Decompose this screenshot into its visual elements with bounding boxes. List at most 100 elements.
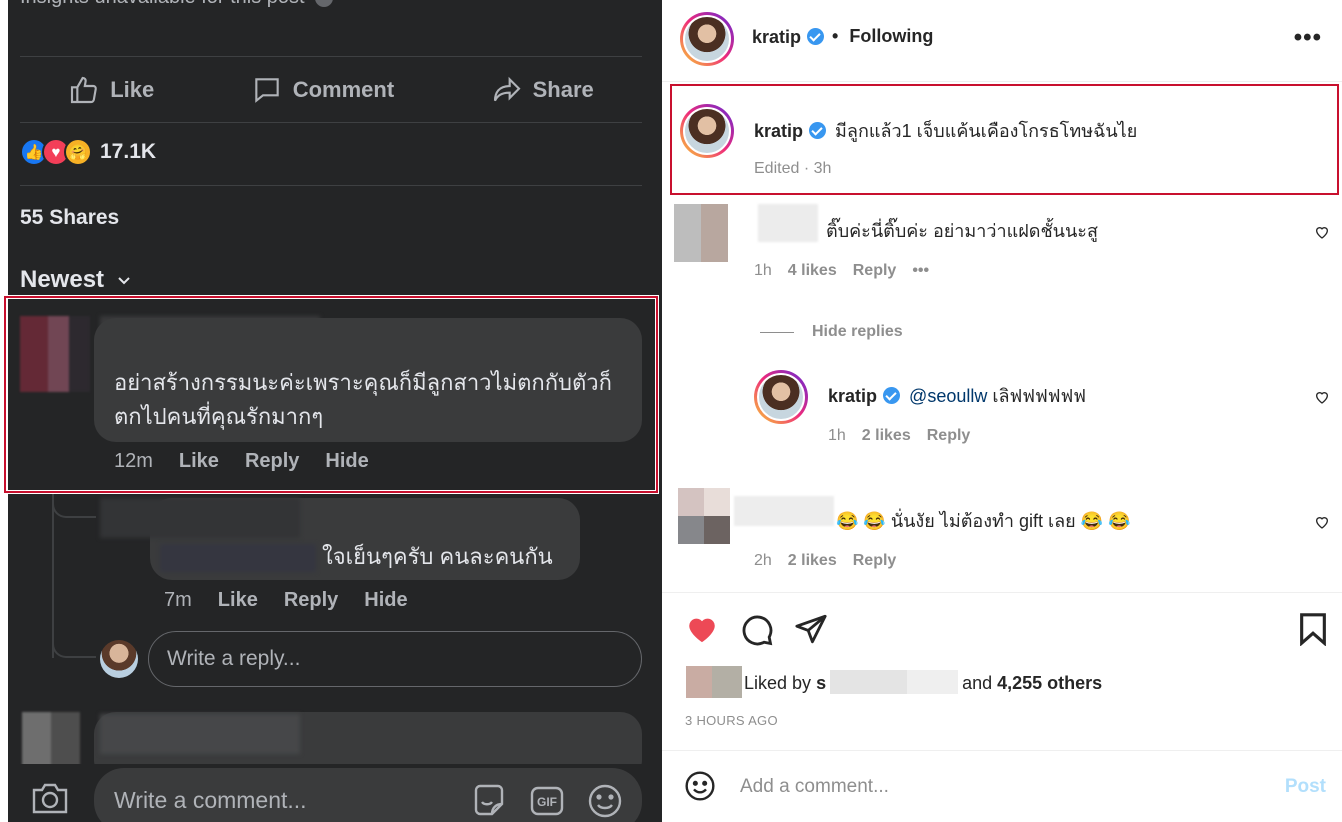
- thread-connector: [52, 628, 96, 658]
- comment-meta: 2h 2 likes Reply: [754, 552, 896, 570]
- emoji-icon[interactable]: [586, 782, 624, 820]
- share-icon: [493, 76, 521, 102]
- reply-meta: 7m Like Reply Hide: [164, 589, 408, 612]
- like-comment-heart-icon[interactable]: [1314, 224, 1330, 240]
- comment-likes[interactable]: 4 likes: [788, 262, 837, 280]
- post-time: 3 HOURS AGO: [685, 713, 778, 728]
- reply-meta: 1h 2 likes Reply: [828, 427, 970, 445]
- liked-by-name-blurred[interactable]: [830, 670, 959, 694]
- share-button[interactable]: Share: [491, 74, 594, 106]
- reply-reply-button[interactable]: Reply: [927, 427, 971, 445]
- reaction-count: 17.1K: [100, 140, 157, 163]
- like-label: Like: [110, 77, 155, 102]
- header-username[interactable]: kratip: [752, 27, 825, 48]
- comment-line: อย่าสร้างกรรมนะค่ะเพราะคุณก็มีลูกสาวไม่ต…: [114, 370, 612, 395]
- share-count[interactable]: 55 Shares: [20, 206, 119, 230]
- comment-more-icon[interactable]: •••: [912, 262, 929, 280]
- verified-badge-icon: [883, 387, 901, 404]
- comment-placeholder: Write a comment...: [114, 786, 307, 813]
- composer-icons: GIF: [470, 782, 624, 820]
- liked-by-first-name[interactable]: s: [816, 673, 826, 693]
- caption-username[interactable]: kratip: [754, 121, 803, 141]
- comment-likes[interactable]: 2 likes: [788, 552, 837, 570]
- write-reply-input[interactable]: Write a reply...: [148, 631, 642, 687]
- replier-name-blurred[interactable]: [100, 498, 300, 538]
- replier-name-blurred[interactable]: [160, 544, 316, 572]
- insights-notice: Insights unavailable for this post: [20, 0, 333, 9]
- liked-by-and: and: [962, 673, 993, 693]
- caption-text: มีลูกแล้ว1 เจ็บแค้นเคืองโกรธโทษฉันไย: [835, 121, 1138, 141]
- more-options-icon[interactable]: •••: [1294, 24, 1322, 52]
- comment-time[interactable]: 2h: [754, 552, 772, 570]
- liker-avatar-blurred[interactable]: [712, 666, 742, 698]
- comment-line: ตกไปคนที่คุณรักมากๆ: [114, 404, 324, 429]
- commenter-name-blurred[interactable]: [100, 714, 300, 754]
- comment-icon: [254, 78, 279, 103]
- commenter-avatar-blurred[interactable]: [22, 712, 80, 770]
- commenter-name-blurred[interactable]: [758, 204, 818, 242]
- reply-mention[interactable]: @seoullw: [909, 386, 987, 406]
- share-paper-plane-icon[interactable]: [794, 612, 828, 646]
- commenter-name-blurred[interactable]: [734, 496, 834, 526]
- divider: [20, 56, 642, 57]
- liked-by-prefix: Liked by: [744, 673, 812, 693]
- comment-reply-button[interactable]: Reply: [853, 262, 897, 280]
- comment-hide-button[interactable]: Hide: [325, 450, 368, 473]
- save-bookmark-icon[interactable]: [1298, 612, 1328, 646]
- reply-likes[interactable]: 2 likes: [862, 427, 911, 445]
- separator: •: [832, 26, 839, 46]
- caption-edited-time: Edited · 3h: [754, 160, 832, 177]
- reply-like-button[interactable]: Like: [218, 589, 258, 612]
- reply-avatar[interactable]: [754, 370, 808, 424]
- following-label: Following: [849, 26, 934, 46]
- reaction-summary[interactable]: 👍 ♥ 🤗 17.1K: [20, 138, 156, 166]
- profile-avatar[interactable]: [680, 12, 734, 66]
- comment-button[interactable]: Comment: [251, 74, 394, 106]
- comment-like-button[interactable]: Like: [179, 450, 219, 473]
- reply-time[interactable]: 7m: [164, 589, 192, 612]
- thumbs-up-icon: [71, 76, 98, 104]
- like-comment-heart-icon[interactable]: [1314, 514, 1330, 530]
- comment-meta: 1h 4 likes Reply •••: [754, 262, 929, 280]
- verified-badge-icon: [807, 28, 825, 45]
- gif-icon-label: GIF: [537, 795, 557, 809]
- liked-by-summary: Liked by s and 4,255 others: [744, 670, 1102, 694]
- post-comment-button[interactable]: Post: [1285, 776, 1326, 798]
- reply-username[interactable]: kratip: [828, 386, 877, 406]
- comment-time[interactable]: 12m: [114, 450, 153, 473]
- like-reply-heart-icon[interactable]: [1314, 389, 1330, 405]
- reply-text: เลิฟฟฟฟฟฟ: [992, 386, 1087, 406]
- like-button[interactable]: Like: [68, 74, 154, 106]
- divider: [20, 185, 642, 186]
- commenter-avatar-blurred[interactable]: [20, 316, 90, 392]
- care-reaction-icon: 🤗: [64, 138, 92, 166]
- comment-text: ติ๊บค่ะนี่ติ๊บค่ะ อย่ามาว่าแฝดชั้นนะสู: [826, 221, 1098, 241]
- hide-replies-label: Hide replies: [812, 323, 903, 340]
- liked-by-others[interactable]: 4,255 others: [997, 673, 1102, 693]
- comment-reply-button[interactable]: Reply: [245, 450, 299, 473]
- reply-time[interactable]: 1h: [828, 427, 846, 445]
- comment-time[interactable]: 1h: [754, 262, 772, 280]
- caption-meta: Edited · 3h: [754, 160, 831, 178]
- instagram-panel: kratip • Following ••• kratip มีลูกแล้ว1…: [662, 0, 1342, 822]
- following-status[interactable]: • Following: [832, 26, 933, 47]
- insights-text: Insights unavailable for this post: [20, 0, 305, 8]
- add-comment-input[interactable]: Add a comment...: [740, 776, 889, 798]
- camera-icon[interactable]: [30, 780, 70, 816]
- hide-replies-button[interactable]: Hide replies: [760, 323, 903, 341]
- sort-dropdown[interactable]: Newest: [20, 266, 132, 294]
- chevron-down-icon: [118, 277, 130, 285]
- emoji-icon[interactable]: [684, 770, 716, 802]
- comment-bubble-icon[interactable]: [740, 613, 774, 647]
- reply-reply-button[interactable]: Reply: [284, 589, 338, 612]
- write-comment-input[interactable]: Write a comment... GIF: [94, 768, 642, 822]
- heart-liked-icon[interactable]: [684, 612, 720, 646]
- comment-reply-button[interactable]: Reply: [853, 552, 897, 570]
- caption-avatar[interactable]: [680, 104, 734, 158]
- reply-hide-button[interactable]: Hide: [364, 589, 407, 612]
- comment-text: อย่าสร้างกรรมนะค่ะเพราะคุณก็มีลูกสาวไม่ต…: [114, 366, 634, 434]
- comment-meta: 12m Like Reply Hide: [114, 450, 369, 473]
- commenter-avatar-blurred[interactable]: [674, 204, 728, 262]
- sticker-icon[interactable]: [470, 782, 508, 820]
- gif-icon[interactable]: GIF: [528, 782, 566, 820]
